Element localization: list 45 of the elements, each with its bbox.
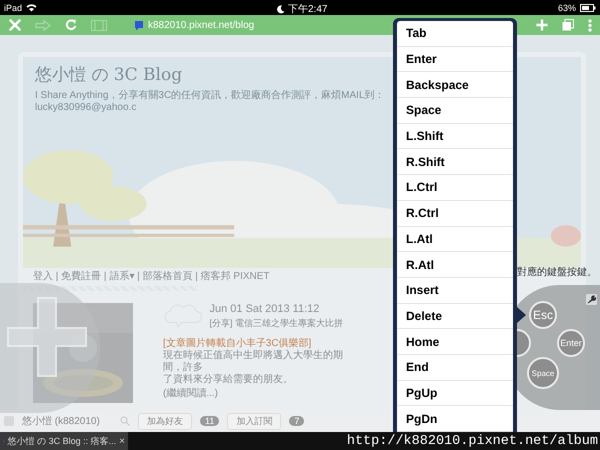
post-date: Jun 01 Sat 2013 11:12: [209, 303, 320, 315]
menu-item[interactable]: PgDn: [397, 406, 513, 432]
side-text: 對應的鍵盤按鍵。: [517, 266, 597, 279]
menu-item[interactable]: Insert: [397, 278, 513, 304]
close-icon[interactable]: [9, 19, 21, 31]
menu-item[interactable]: L.Shift: [397, 124, 513, 150]
tab-close[interactable]: ×: [119, 436, 125, 446]
menu-item[interactable]: Space: [397, 98, 513, 124]
menu-item[interactable]: Home: [397, 329, 513, 355]
blog-title: 悠小愷 の 3C Blog: [35, 64, 182, 86]
subscriber-count: 7: [289, 416, 304, 426]
tab-title: 悠小愷 の 3C Blog :: 痞客...: [8, 434, 116, 448]
menu-item[interactable]: R.Shift: [397, 149, 513, 176]
more-icon[interactable]: [588, 18, 592, 32]
menu-item[interactable]: Backspace: [397, 72, 513, 98]
wrench-icon[interactable]: [586, 294, 597, 305]
clock-time: 下午2:47: [288, 3, 328, 16]
post-text: 現在時候正值高中生即將邁入大學生的期間，許多: [163, 350, 343, 374]
menu-item[interactable]: Tab: [397, 21, 513, 47]
menu-item[interactable]: Delete: [397, 304, 513, 330]
status-url: http://k882010.pixnet.net/album: [346, 434, 599, 448]
menu-item[interactable]: R.Atl: [397, 252, 513, 278]
reload-icon[interactable]: [65, 19, 77, 31]
battery-icon: [580, 4, 596, 12]
battery-percent: 63%: [558, 2, 576, 12]
device-name: iPad: [4, 2, 22, 12]
friend-count: 11: [200, 416, 220, 426]
post-text: 了資料來分享給需要的朋友。: [163, 374, 294, 386]
forward-icon[interactable]: [35, 20, 51, 30]
menu-item[interactable]: Enter: [397, 46, 513, 72]
menu-item[interactable]: PgUp: [397, 380, 513, 406]
menu-item[interactable]: L.Atl: [397, 226, 513, 252]
menu-item[interactable]: L.Ctrl: [397, 175, 513, 201]
wifi-icon: [26, 3, 38, 12]
moon-icon: [277, 4, 285, 14]
browser-tab[interactable]: 悠小愷 の 3C Blog :: 痞客... ×: [0, 432, 128, 450]
site-icon: [133, 20, 144, 30]
film-icon[interactable]: [91, 20, 107, 30]
menu-item[interactable]: End: [397, 354, 513, 381]
dpad-drawing[interactable]: [0, 283, 100, 413]
tabs-icon[interactable]: [562, 19, 574, 31]
plus-icon[interactable]: [536, 19, 548, 31]
blog-subtitle: I Share Anything，分享有關3C的任何資訊，歡迎廠商合作測評，麻煩MAIL到：lucky830996@yahoo.c: [35, 90, 385, 114]
search-icon[interactable]: [120, 416, 130, 426]
menu-item[interactable]: R.Ctrl: [397, 200, 513, 226]
